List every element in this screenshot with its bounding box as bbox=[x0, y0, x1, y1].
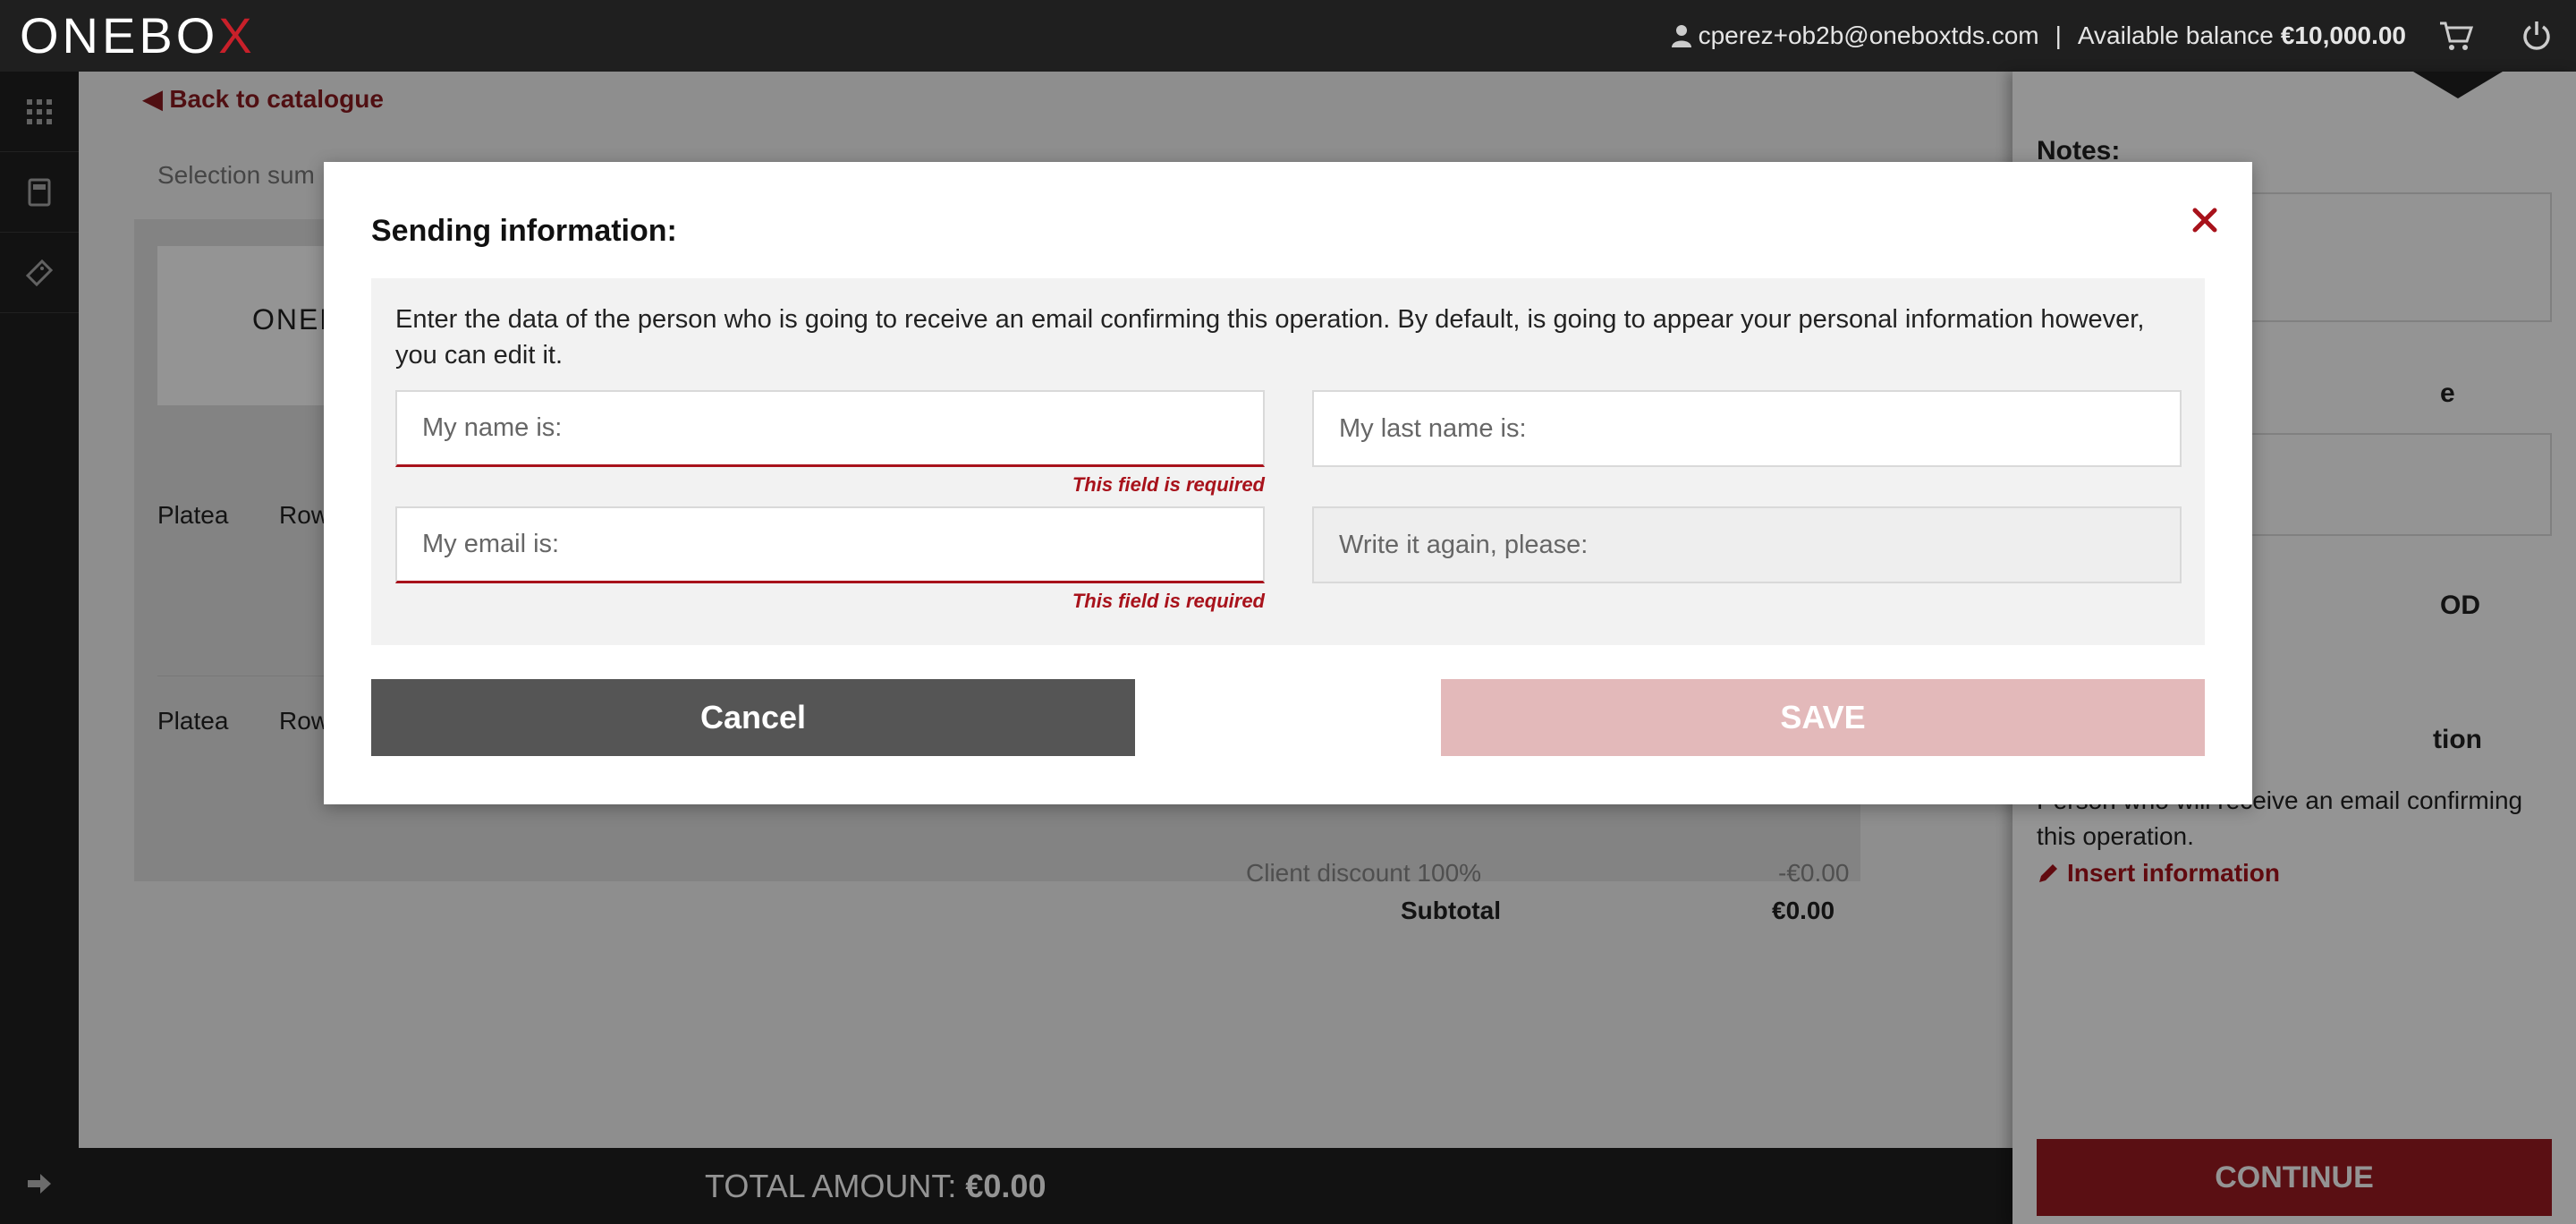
modal-title: Sending information: bbox=[371, 214, 677, 248]
user-icon bbox=[1671, 25, 1691, 47]
balance-value: €10,000.00 bbox=[2280, 21, 2406, 49]
form-area: Enter the data of the person who is goin… bbox=[371, 278, 2205, 645]
close-icon bbox=[2192, 208, 2217, 233]
user-email[interactable]: cperez+ob2b@oneboxtds.com bbox=[1699, 21, 2039, 50]
email-error-message: This field is required bbox=[1072, 590, 1265, 612]
cart-icon[interactable] bbox=[2438, 20, 2474, 52]
power-icon[interactable] bbox=[2521, 20, 2553, 52]
name-error-message: This field is required bbox=[1072, 473, 1265, 496]
balance-label: Available balance bbox=[2077, 21, 2274, 49]
email-confirm-input[interactable] bbox=[1312, 506, 2182, 583]
sending-information-modal: Sending information: Enter the data of t… bbox=[324, 162, 2252, 804]
email-input[interactable] bbox=[395, 506, 1265, 583]
form-intro: Enter the data of the person who is goin… bbox=[395, 305, 2145, 370]
logo-text: ONEBO bbox=[20, 7, 219, 64]
header-separator: | bbox=[2055, 21, 2062, 49]
name-input[interactable] bbox=[395, 390, 1265, 467]
onebox-logo[interactable]: ONEBOX bbox=[20, 11, 256, 61]
save-button[interactable]: SAVE bbox=[1441, 679, 2205, 756]
account-area: cperez+ob2b@oneboxtds.com | Available ba… bbox=[1671, 0, 2576, 72]
logo-accent: X bbox=[218, 7, 256, 64]
last-name-input[interactable] bbox=[1312, 390, 2182, 467]
cancel-button[interactable]: Cancel bbox=[371, 679, 1135, 756]
close-button[interactable] bbox=[2182, 198, 2227, 242]
top-bar: ONEBOX cperez+ob2b@oneboxtds.com | Avail… bbox=[0, 0, 2576, 72]
